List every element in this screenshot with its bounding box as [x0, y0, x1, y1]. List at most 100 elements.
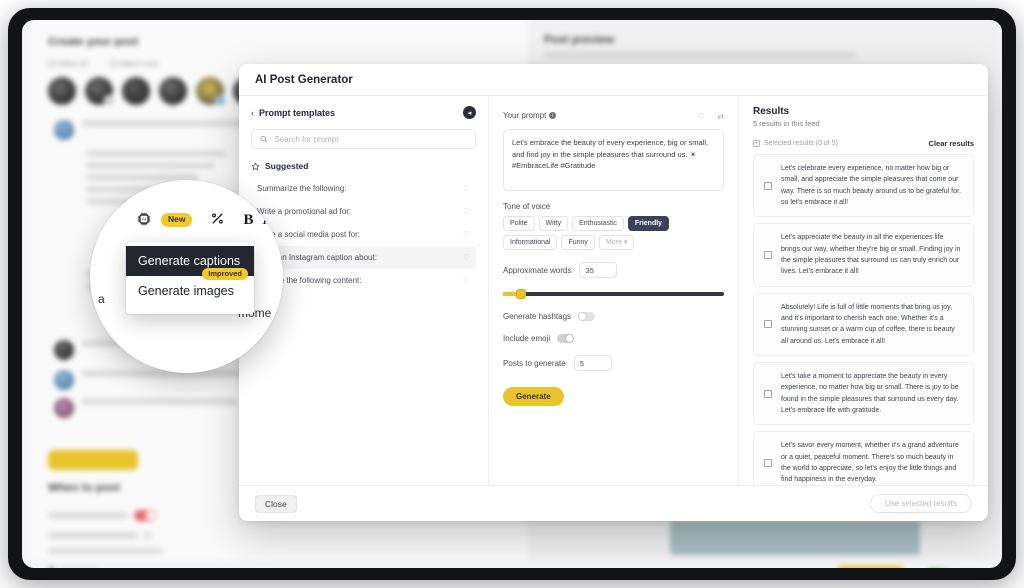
heart-icon[interactable]: ♡ — [463, 253, 470, 262]
prompt-templates-title: Prompt templates — [259, 107, 336, 118]
selected-results-row[interactable]: + Selected results (0 of 5) — [753, 140, 838, 147]
account-avatar[interactable] — [159, 77, 187, 105]
select-none-checkbox[interactable] — [109, 60, 117, 67]
template-item[interactable]: Rewrite the following content: ♡ — [251, 269, 476, 292]
italic-icon[interactable]: I — [263, 212, 268, 228]
info-icon[interactable]: i — [549, 112, 557, 119]
prompt-textarea[interactable]: Let's embrace the beauty of every experi… — [503, 129, 724, 191]
select-all-checkbox[interactable] — [48, 60, 55, 67]
chevron-left-icon[interactable]: ‹ — [251, 108, 254, 118]
heart-icon[interactable]: ♡ — [463, 207, 470, 216]
when-to-post-title: When to post — [48, 482, 121, 494]
result-checkbox[interactable] — [764, 320, 772, 329]
tone-chip-enthusiastic[interactable]: Enthusiastic — [572, 216, 624, 231]
generate-hashtags-label: Generate hashtags — [503, 312, 572, 321]
heart-icon[interactable]: ♡ — [463, 276, 470, 285]
generate-hashtags-row: Generate hashtags — [503, 312, 724, 321]
tone-chip-more[interactable]: More ▾ — [598, 235, 635, 250]
result-card[interactable]: Let's celebrate every experience, no mat… — [753, 154, 974, 218]
result-text: Absolutely! Life is full of little momen… — [781, 303, 955, 345]
app-screen: Create your post Select all Select none — [22, 20, 1002, 568]
template-item[interactable]: Write an Instagram caption about: ♡ — [251, 246, 476, 269]
bold-icon[interactable]: B — [243, 212, 253, 228]
approximate-words-input[interactable] — [579, 262, 618, 278]
selected-results-label: Selected results (0 of 5) — [764, 140, 838, 147]
tone-of-voice-label: Tone of voice — [503, 202, 551, 211]
posts-to-generate-input[interactable] — [573, 355, 612, 371]
heart-icon[interactable]: ♡ — [698, 112, 705, 121]
search-input[interactable] — [274, 134, 467, 144]
generate-images-menu-item[interactable]: Improved Generate images — [126, 268, 254, 306]
post-now-toggle[interactable] — [134, 510, 156, 521]
heart-icon[interactable]: ♡ — [463, 184, 470, 193]
result-card[interactable]: Absolutely! Life is full of little momen… — [753, 292, 974, 356]
shuffle-icon[interactable]: ⇄ — [717, 112, 724, 121]
include-emoji-label: Include emoji — [503, 334, 551, 343]
tone-chip-funny[interactable]: Funny — [561, 235, 595, 250]
close-button[interactable]: Close — [255, 494, 297, 513]
account-avatar[interactable] — [85, 77, 115, 106]
heart-icon[interactable]: ♡ — [463, 230, 470, 239]
template-item[interactable]: Write a promotional ad for: ♡ — [251, 200, 476, 223]
expand-icon[interactable]: + — [753, 140, 760, 147]
slider-track — [503, 292, 724, 296]
modal-title: AI Post Generator — [255, 73, 353, 86]
prompt-templates-header: ‹ Prompt templates ◂ — [251, 106, 476, 119]
account-avatar[interactable] — [48, 77, 76, 105]
results-subtitle: 5 results in this feed — [753, 119, 820, 128]
template-item[interactable]: Summarize the following: ♡ — [251, 177, 476, 200]
result-text: Let's appreciate the beauty in all the e… — [781, 234, 961, 276]
generate-hashtags-toggle[interactable] — [578, 312, 596, 321]
suggested-label: Suggested — [265, 161, 309, 171]
ai-edit-icon[interactable] — [210, 211, 225, 229]
ai-post-generator-modal: AI Post Generator ‹ Prompt templates ◂ S… — [239, 64, 988, 521]
tone-chip-witty[interactable]: Witty — [538, 216, 569, 231]
result-checkbox[interactable] — [764, 181, 772, 190]
your-prompt-label: Your prompt — [503, 110, 547, 120]
results-title: Results — [753, 106, 790, 117]
result-checkbox[interactable] — [764, 389, 772, 398]
clear-results-button[interactable]: Clear results — [929, 139, 974, 148]
collapse-left-icon[interactable]: ◂ — [463, 106, 476, 119]
generate-button[interactable]: Generate — [503, 387, 564, 406]
result-text: Let's savor every moment, whether it's a… — [781, 442, 959, 484]
tone-chip-friendly[interactable]: Friendly — [627, 216, 670, 231]
prompt-search-box[interactable] — [251, 129, 476, 149]
approximate-words-label: Approximate words — [503, 265, 572, 275]
editor-toolbar: AI New B I S — [90, 204, 283, 236]
template-item[interactable]: Write a social media post for: ♡ — [251, 223, 476, 246]
your-prompt-header: Your prompt i ♡ ⇄ — [503, 106, 724, 124]
svg-text:AI: AI — [142, 216, 146, 221]
approximate-words-row: Approximate words — [503, 262, 724, 278]
result-text: Let's take a moment to appreciate the be… — [781, 372, 959, 414]
magnifier-zoom-overlay: a iet mome AI New — [90, 180, 283, 373]
generate-images-label: Generate images — [138, 284, 234, 298]
slider-knob[interactable] — [515, 289, 526, 299]
ai-chip-icon[interactable]: AI — [136, 211, 152, 230]
result-checkbox[interactable] — [764, 250, 772, 259]
device-frame: Create your post Select all Select none — [8, 8, 1016, 580]
include-emoji-row: Include emoji — [503, 334, 724, 343]
tone-chip-informational[interactable]: Informational — [503, 235, 558, 250]
new-badge: New — [161, 213, 193, 227]
modal-header: AI Post Generator — [239, 64, 988, 96]
account-avatar[interactable] — [196, 77, 226, 106]
use-selected-results-button[interactable]: Use selected results — [869, 494, 972, 513]
composer-avatar — [54, 398, 74, 418]
result-card[interactable]: Let's take a moment to appreciate the be… — [753, 361, 974, 426]
include-emoji-toggle[interactable] — [557, 334, 575, 343]
tone-chip-polite[interactable]: Polite — [503, 216, 535, 231]
result-card[interactable]: Let's appreciate the beauty in all the e… — [753, 223, 974, 287]
select-none-label: Select none — [118, 59, 159, 68]
modal-footer: Close Use selected results — [239, 485, 988, 521]
results-list: Let's celebrate every experience, no mat… — [753, 154, 974, 495]
background-generate-captions-button[interactable] — [48, 450, 138, 470]
result-checkbox[interactable] — [764, 458, 772, 467]
ghost-text-left: a — [98, 292, 105, 306]
account-avatar[interactable] — [122, 77, 150, 105]
search-icon — [260, 135, 268, 143]
strikethrough-icon[interactable]: S — [277, 212, 284, 228]
background-primary-button[interactable] — [837, 566, 903, 568]
star-icon — [251, 162, 260, 170]
words-slider[interactable] — [503, 289, 724, 299]
